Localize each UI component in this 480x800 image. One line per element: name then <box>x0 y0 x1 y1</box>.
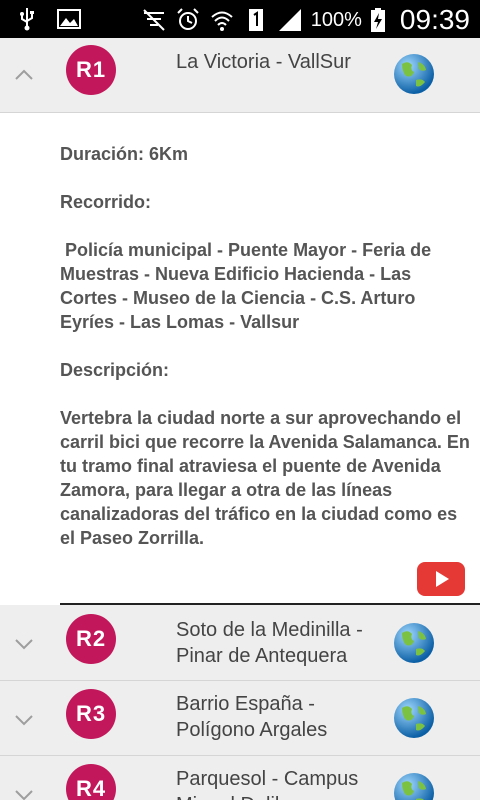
route-row-r1[interactable]: R1 La Victoria - VallSur <box>0 38 480 113</box>
route-title: Parquesol - Campus Miguel Delibes <box>176 768 359 800</box>
route-badge: R2 <box>66 614 116 664</box>
signal-icon <box>278 9 301 31</box>
route-row-r4[interactable]: R4 Parquesol - Campus Miguel Delibes <box>0 756 480 800</box>
sim-icon <box>248 9 263 31</box>
globe-icon[interactable] <box>392 52 436 96</box>
route-label: Recorrido: <box>60 192 152 212</box>
globe-icon[interactable] <box>392 621 436 665</box>
battery-percent: 100% <box>310 8 362 31</box>
route-title: Soto de la Medinilla - Pinar de Antequer… <box>176 619 363 667</box>
usb-icon <box>20 8 34 31</box>
image-icon <box>57 9 81 29</box>
duration-text: Duración: 6Km <box>60 144 189 164</box>
battery-charging-icon <box>370 8 385 32</box>
no-signal-icon <box>143 9 165 31</box>
route-row-r3[interactable]: R3 Barrio España - Polígono Argales <box>0 681 480 756</box>
route-title: La Victoria - VallSur <box>176 51 351 73</box>
route-badge: R4 <box>66 764 116 800</box>
description-label: Descripción: <box>60 360 170 380</box>
route-badge: R1 <box>66 45 116 95</box>
chevron-down-icon[interactable] <box>13 709 35 731</box>
route-detail: Duración: 6Km Recorrido: Policía municip… <box>60 142 470 550</box>
youtube-icon[interactable] <box>417 562 465 596</box>
status-bar: 100% 09:39 <box>0 0 480 38</box>
clock: 09:39 <box>399 4 470 35</box>
alarm-icon <box>177 8 199 30</box>
chevron-up-icon[interactable] <box>13 64 35 86</box>
route-title: Barrio España - Polígono Argales <box>176 693 328 741</box>
globe-icon[interactable] <box>392 696 436 740</box>
chevron-down-icon[interactable] <box>13 633 35 655</box>
route-row-r2[interactable]: R2 Soto de la Medinilla - Pinar de Anteq… <box>0 605 480 681</box>
description-text: Vertebra la ciudad norte a sur aprovecha… <box>60 408 470 548</box>
wifi-icon <box>211 11 233 31</box>
globe-icon[interactable] <box>392 771 436 800</box>
route-stops: Policía municipal - Puente Mayor - Feria… <box>60 240 437 332</box>
route-badge: R3 <box>66 689 116 739</box>
chevron-down-icon[interactable] <box>13 784 35 800</box>
